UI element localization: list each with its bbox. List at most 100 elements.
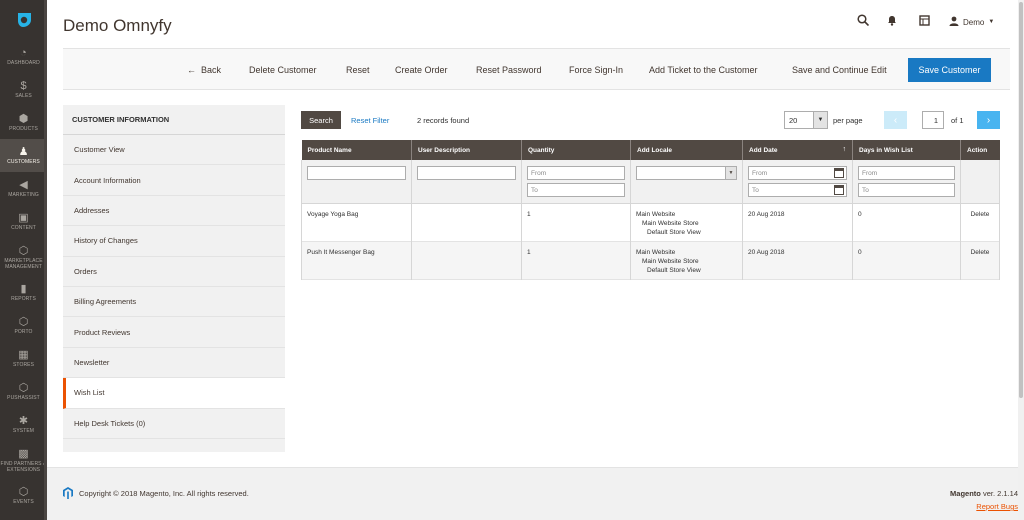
column-header-add-date[interactable]: Add Date ↑ — [742, 140, 853, 160]
column-header-days-in-wish-list[interactable]: Days in Wish List — [852, 140, 961, 160]
tab-newsletter[interactable]: Newsletter — [63, 348, 285, 379]
delete-link[interactable]: Delete — [960, 241, 1000, 279]
sidebar-item-sales[interactable]: $ SALES — [0, 73, 47, 106]
tab-account-information[interactable]: Account Information — [63, 165, 285, 196]
grid-icon[interactable] — [919, 14, 930, 29]
search-icon[interactable] — [857, 14, 870, 29]
date-from-placeholder: From — [752, 169, 768, 177]
report-bugs-link[interactable]: Report Bugs — [976, 502, 1018, 511]
quantity-cell: 1 — [521, 241, 631, 279]
total-pages: of 1 — [951, 116, 964, 125]
per-page-label: per page — [833, 116, 863, 125]
reset-filter-link[interactable]: Reset Filter — [351, 116, 389, 125]
product-name-filter[interactable] — [307, 166, 406, 180]
search-button[interactable]: Search — [301, 111, 341, 129]
sidebar-item-products[interactable]: ⬢ PRODUCTS — [0, 106, 47, 139]
days-cell: 0 — [852, 203, 961, 241]
delete-customer-button[interactable]: Delete Customer — [249, 65, 317, 75]
main-content: Demo Omnyfy Demo ▼ ← Back Delete Custome… — [47, 0, 1018, 520]
per-page-select[interactable]: 20 ▼ — [784, 111, 828, 129]
arrow-left-icon: ← — [187, 65, 196, 75]
column-header-quantity[interactable]: Quantity — [521, 140, 631, 160]
back-button[interactable]: ← Back — [187, 65, 221, 75]
page-number-input[interactable]: 1 — [922, 111, 944, 129]
customer-tabs: CUSTOMER INFORMATION Customer View Accoun… — [63, 105, 285, 452]
tab-billing-agreements[interactable]: Billing Agreements — [63, 287, 285, 318]
bell-icon[interactable] — [887, 14, 897, 29]
back-label: Back — [201, 65, 222, 75]
tab-addresses[interactable]: Addresses — [63, 196, 285, 227]
page-header: Demo Omnyfy Demo ▼ — [47, 0, 1018, 48]
version-text: Magento ver. 2.1.14 — [868, 489, 1018, 498]
create-order-button[interactable]: Create Order — [395, 65, 448, 75]
save-continue-button[interactable]: Save and Continue Edit — [792, 65, 887, 75]
sidebar-item-label: SALES — [15, 93, 32, 99]
tab-wish-list[interactable]: Wish List — [63, 378, 285, 409]
table-row[interactable]: Push It Messenger Bag 1 Main Website Mai… — [301, 241, 1000, 279]
sidebar-item-label: DASHBOARD — [7, 60, 40, 66]
column-header-user-description[interactable]: User Description — [411, 140, 522, 160]
days-to-filter[interactable]: To — [858, 183, 955, 197]
sidebar-item-label: EVENTS — [13, 499, 34, 505]
save-customer-button[interactable]: Save Customer — [908, 58, 991, 82]
speedometer-icon: ◔ — [20, 47, 27, 59]
page-scrollbar[interactable] — [1018, 0, 1024, 520]
column-header-add-locale[interactable]: Add Locale — [630, 140, 743, 160]
prev-page-button[interactable]: ‹ — [884, 111, 907, 129]
delete-link[interactable]: Delete — [960, 203, 1000, 241]
locale-store-view: Default Store View — [647, 228, 701, 236]
tab-orders[interactable]: Orders — [63, 257, 285, 287]
sidebar-item-label: FIND PARTNERS & EXTENSIONS — [0, 460, 47, 473]
locale-cell: Main Website Main Website Store Default … — [630, 203, 743, 241]
tab-history-of-changes[interactable]: History of Changes — [63, 226, 285, 257]
sidebar-item-content[interactable]: ▣ CONTENT — [0, 205, 47, 238]
next-page-button[interactable]: › — [977, 111, 1000, 129]
tab-product-reviews[interactable]: Product Reviews — [63, 317, 285, 348]
quantity-to-filter[interactable]: To — [527, 183, 625, 197]
calendar-icon[interactable] — [834, 185, 844, 195]
chevron-down-icon: ▼ — [725, 167, 736, 179]
reset-password-button[interactable]: Reset Password — [476, 65, 542, 75]
sidebar-item-label: MARKETING — [8, 192, 39, 198]
sidebar-item-find-partners-extensions[interactable]: ▩ FIND PARTNERS & EXTENSIONS — [0, 441, 47, 479]
calendar-icon[interactable] — [834, 168, 844, 178]
locale-filter-select[interactable]: ▼ — [636, 166, 737, 180]
page-footer: Copyright © 2018 Magento, Inc. All right… — [47, 467, 1018, 520]
sidebar-item-marketing[interactable]: ◀ MARKETING — [0, 172, 47, 205]
column-header-product-name[interactable]: Product Name — [301, 140, 412, 160]
table-row[interactable]: Voyage Yoga Bag 1 Main Website Main Webs… — [301, 203, 1000, 241]
add-ticket-button[interactable]: Add Ticket to the Customer — [649, 65, 758, 75]
sidebar-item-label: MARKETPLACE MANAGEMENT — [4, 257, 43, 270]
sidebar-item-label: PRODUCTS — [9, 126, 38, 132]
locale-store-view: Default Store View — [647, 266, 701, 274]
user-icon — [949, 16, 959, 28]
sidebar-item-system[interactable]: ✱ SYSTEM — [0, 408, 47, 441]
user-description-filter[interactable] — [417, 166, 516, 180]
scrollbar-thumb[interactable] — [1019, 2, 1023, 398]
sidebar-item-porto[interactable]: ⬡ PORTO — [0, 309, 47, 342]
sidebar-item-reports[interactable]: ▮ REPORTS — [0, 276, 47, 309]
sidebar-item-customers[interactable]: ♟ CUSTOMERS — [0, 139, 47, 172]
tab-customer-view[interactable]: Customer View — [63, 135, 285, 166]
hexagon-icon: ⬡ — [18, 486, 29, 498]
layout-icon: ▣ — [18, 212, 29, 224]
sidebar-item-marketplace-management[interactable]: ⬡ MARKETPLACE MANAGEMENT — [0, 238, 47, 276]
reset-button[interactable]: Reset — [346, 65, 370, 75]
date-to-filter[interactable]: To — [748, 183, 847, 197]
sidebar-item-stores[interactable]: ▦ STORES — [0, 342, 47, 375]
user-menu[interactable]: Demo ▼ — [949, 16, 994, 28]
chevron-left-icon: ‹ — [893, 114, 898, 126]
tabs-title: CUSTOMER INFORMATION — [63, 105, 285, 135]
sidebar-item-dashboard[interactable]: ◔ DASHBOARD — [0, 40, 47, 73]
tab-help-desk-tickets-0[interactable]: Help Desk Tickets (0) — [63, 409, 285, 439]
sidebar-item-pushassist[interactable]: ⬡ PUSHASSIST — [0, 375, 47, 408]
page-actions: ← Back Delete Customer Reset Create Orde… — [63, 48, 1010, 90]
days-from-filter[interactable]: From — [858, 166, 955, 180]
quantity-from-filter[interactable]: From — [527, 166, 625, 180]
force-sign-in-button[interactable]: Force Sign-In — [569, 65, 623, 75]
sidebar-item-events[interactable]: ⬡ EVENTS — [0, 479, 47, 512]
locale-website: Main Website — [636, 248, 676, 256]
date-from-filter[interactable]: From — [748, 166, 847, 180]
omnyfy-logo-icon[interactable] — [0, 0, 47, 40]
sidebar-item-label: SYSTEM — [12, 428, 35, 434]
